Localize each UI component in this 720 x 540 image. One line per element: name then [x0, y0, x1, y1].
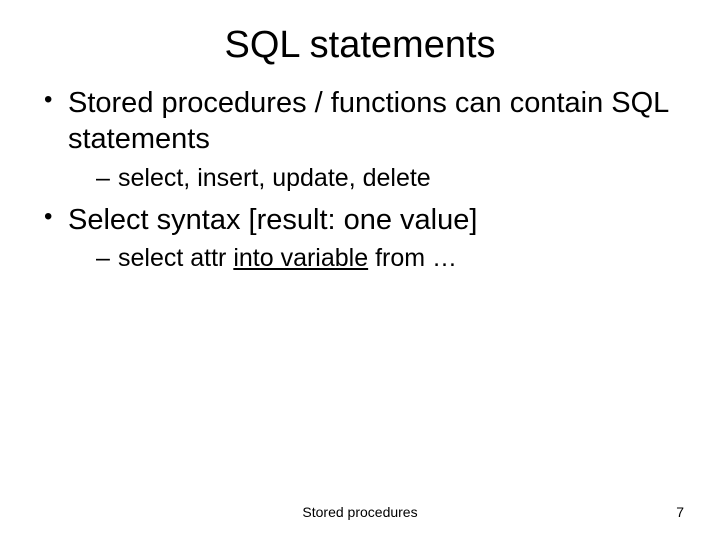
- bullet-list-level1: Stored procedures / functions can contai…: [40, 85, 680, 275]
- bullet-2-sub-1-pre: select attr: [118, 244, 233, 272]
- slide-title: SQL statements: [40, 24, 680, 67]
- slide: SQL statements Stored procedures / funct…: [0, 0, 720, 540]
- bullet-2-text: Select syntax [result: one value]: [68, 204, 477, 236]
- bullet-1-text: Stored procedures / functions can contai…: [68, 87, 668, 155]
- bullet-2-sub-1-underline: into variable: [233, 244, 368, 272]
- footer-center: Stored procedures: [0, 504, 720, 520]
- bullet-2-sub-1-post: from …: [368, 244, 457, 272]
- bullet-1-sublist: select, insert, update, delete: [68, 162, 680, 195]
- page-number: 7: [676, 504, 684, 520]
- bullet-1-sub-1-text: select, insert, update, delete: [118, 164, 431, 192]
- bullet-2-sub-1: select attr into variable from …: [68, 242, 680, 275]
- bullet-1-sub-1: select, insert, update, delete: [68, 162, 680, 195]
- bullet-1: Stored procedures / functions can contai…: [40, 85, 680, 194]
- bullet-2-sublist: select attr into variable from …: [68, 242, 680, 275]
- bullet-2: Select syntax [result: one value] select…: [40, 202, 680, 275]
